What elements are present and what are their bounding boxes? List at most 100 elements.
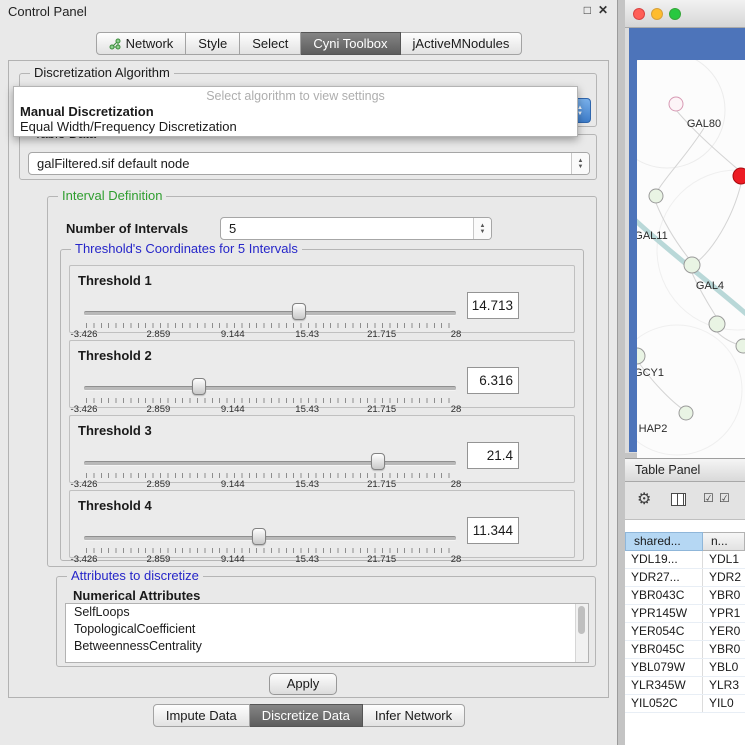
- column-header-shared-name[interactable]: shared...: [625, 532, 703, 551]
- threshold-2-label: Threshold 2: [78, 348, 152, 363]
- number-of-intervals-combobox[interactable]: 5 ▲ ▼: [220, 217, 492, 240]
- cell[interactable]: YBL079W: [625, 659, 703, 676]
- list-item-selfloops[interactable]: SelfLoops: [66, 604, 588, 621]
- slider-thumb[interactable]: [252, 528, 266, 545]
- apply-button[interactable]: Apply: [269, 673, 337, 695]
- scrollbar-thumb[interactable]: [578, 606, 585, 634]
- tab-infer-network[interactable]: Infer Network: [363, 704, 465, 727]
- list-scrollbar[interactable]: [575, 604, 588, 662]
- dropdown-option-equal-width-frequency[interactable]: Equal Width/Frequency Discretization: [14, 119, 577, 134]
- cell[interactable]: YER0: [703, 623, 745, 640]
- cell[interactable]: YBR0: [703, 641, 745, 658]
- float-window-icon[interactable]: □: [584, 3, 591, 17]
- cell[interactable]: YDR2: [703, 569, 745, 586]
- threshold-4-value-field[interactable]: 11.344: [467, 517, 519, 544]
- cell[interactable]: YBR043C: [625, 587, 703, 604]
- select-none-checkbox-icon[interactable]: ☑: [719, 491, 730, 505]
- tab-impute-data-label: Impute Data: [166, 705, 237, 727]
- threshold-3-value-field[interactable]: 21.4: [467, 442, 519, 469]
- list-item-betweennesscentrality[interactable]: BetweennessCentrality: [66, 638, 588, 655]
- close-window-icon[interactable]: ✕: [598, 3, 608, 17]
- tab-select[interactable]: Select: [240, 32, 301, 55]
- cell[interactable]: YPR1: [703, 605, 745, 622]
- threshold-1-slider[interactable]: -3.426 2.859 9.144 15.43 21.715 28: [84, 302, 456, 332]
- slider-thumb[interactable]: [371, 453, 385, 470]
- tab-discretize-data[interactable]: Discretize Data: [250, 704, 363, 727]
- threshold-2-value-field[interactable]: 6.316: [467, 367, 519, 394]
- network-icon: [109, 38, 121, 50]
- table-columns-icon[interactable]: [671, 493, 686, 506]
- gear-icon[interactable]: ⚙: [637, 489, 651, 509]
- tab-network[interactable]: Network: [96, 32, 187, 55]
- threshold-2-panel: Threshold 2 6.316 -3.426 2.859 9.144 15.…: [69, 340, 575, 408]
- network-node[interactable]: [649, 189, 663, 203]
- scale-label: 2.859: [147, 404, 171, 415]
- cell[interactable]: YBR045C: [625, 641, 703, 658]
- network-window-titlebar[interactable]: [625, 0, 745, 28]
- table-panel-titlebar[interactable]: Table Panel: [625, 458, 745, 482]
- network-node-selected-red[interactable]: [733, 168, 745, 184]
- threshold-2-slider[interactable]: -3.426 2.859 9.144 15.43 21.715 28: [84, 377, 456, 407]
- cell[interactable]: YER054C: [625, 623, 703, 640]
- scale-label: -3.426: [71, 554, 98, 565]
- mac-close-icon[interactable]: [633, 8, 645, 20]
- table-row[interactable]: YPR145WYPR1: [625, 605, 745, 623]
- tab-style[interactable]: Style: [186, 32, 240, 55]
- network-edge[interactable]: [697, 184, 741, 262]
- cell[interactable]: YPR145W: [625, 605, 703, 622]
- table-row[interactable]: YDR27...YDR2: [625, 569, 745, 587]
- combo-stepper[interactable]: ▲ ▼: [571, 153, 589, 174]
- table-data-combobox[interactable]: galFiltered.sif default node ▲ ▼: [28, 152, 590, 175]
- cell[interactable]: YBL0: [703, 659, 745, 676]
- slider-track[interactable]: [84, 461, 456, 466]
- column-header-name[interactable]: n...: [703, 532, 745, 551]
- table-row[interactable]: YBR043CYBR0: [625, 587, 745, 605]
- threshold-1-label: Threshold 1: [78, 273, 152, 288]
- slider-track[interactable]: [84, 536, 456, 541]
- combo-stepper[interactable]: ▲ ▼: [473, 218, 491, 239]
- tab-infer-network-label: Infer Network: [375, 705, 452, 727]
- mac-minimize-icon[interactable]: [651, 8, 663, 20]
- slider-thumb[interactable]: [192, 378, 206, 395]
- scale-label: -3.426: [71, 329, 98, 340]
- table-row[interactable]: YER054CYER0: [625, 623, 745, 641]
- threshold-3-slider[interactable]: -3.426 2.859 9.144 15.43 21.715 28: [84, 452, 456, 482]
- slider-thumb[interactable]: [292, 303, 306, 320]
- network-node[interactable]: [709, 316, 725, 332]
- cell[interactable]: YDL1: [703, 551, 745, 568]
- thresholds-group: Threshold's Coordinates for 5 Intervals …: [60, 249, 584, 561]
- cell[interactable]: YDR27...: [625, 569, 703, 586]
- algorithm-dropdown-list: Select algorithm to view settings Manual…: [13, 86, 578, 137]
- table-row[interactable]: YIL052CYIL0: [625, 695, 745, 713]
- cell[interactable]: YDL19...: [625, 551, 703, 568]
- network-node[interactable]: [669, 97, 683, 111]
- table-row[interactable]: YBL079WYBL0: [625, 659, 745, 677]
- slider-track[interactable]: [84, 311, 456, 316]
- dropdown-option-manual-discretization[interactable]: Manual Discretization: [14, 104, 577, 119]
- network-node[interactable]: [637, 348, 645, 364]
- slider-track[interactable]: [84, 386, 456, 391]
- threshold-3-panel: Threshold 3 21.4 -3.426 2.859 9.144 15.4…: [69, 415, 575, 483]
- network-canvas[interactable]: GAL80 GAL11 GAL4 GCY1 HAP2: [637, 60, 745, 476]
- tab-impute-data[interactable]: Impute Data: [153, 704, 250, 727]
- dropdown-prompt-item[interactable]: Select algorithm to view settings: [14, 88, 577, 104]
- list-item-topologicalcoefficient[interactable]: TopologicalCoefficient: [66, 621, 588, 638]
- cell[interactable]: YLR3: [703, 677, 745, 694]
- network-node[interactable]: [684, 257, 700, 273]
- table-row[interactable]: YLR345WYLR3: [625, 677, 745, 695]
- cell[interactable]: YLR345W: [625, 677, 703, 694]
- mac-zoom-icon[interactable]: [669, 8, 681, 20]
- scale-label: 21.715: [367, 554, 396, 565]
- tab-jactivemnodules[interactable]: jActiveMNodules: [401, 32, 523, 55]
- network-node[interactable]: [736, 339, 745, 353]
- cell[interactable]: YBR0: [703, 587, 745, 604]
- table-row[interactable]: YDL19...YDL1: [625, 551, 745, 569]
- threshold-4-slider[interactable]: -3.426 2.859 9.144 15.43 21.715 28: [84, 527, 456, 557]
- table-row[interactable]: YBR045CYBR0: [625, 641, 745, 659]
- tab-cyni-toolbox[interactable]: Cyni Toolbox: [301, 32, 400, 55]
- select-all-checkbox-icon[interactable]: ☑: [703, 491, 714, 505]
- cell[interactable]: YIL0: [703, 695, 745, 712]
- network-node[interactable]: [679, 406, 693, 420]
- cell[interactable]: YIL052C: [625, 695, 703, 712]
- threshold-1-value-field[interactable]: 14.713: [467, 292, 519, 319]
